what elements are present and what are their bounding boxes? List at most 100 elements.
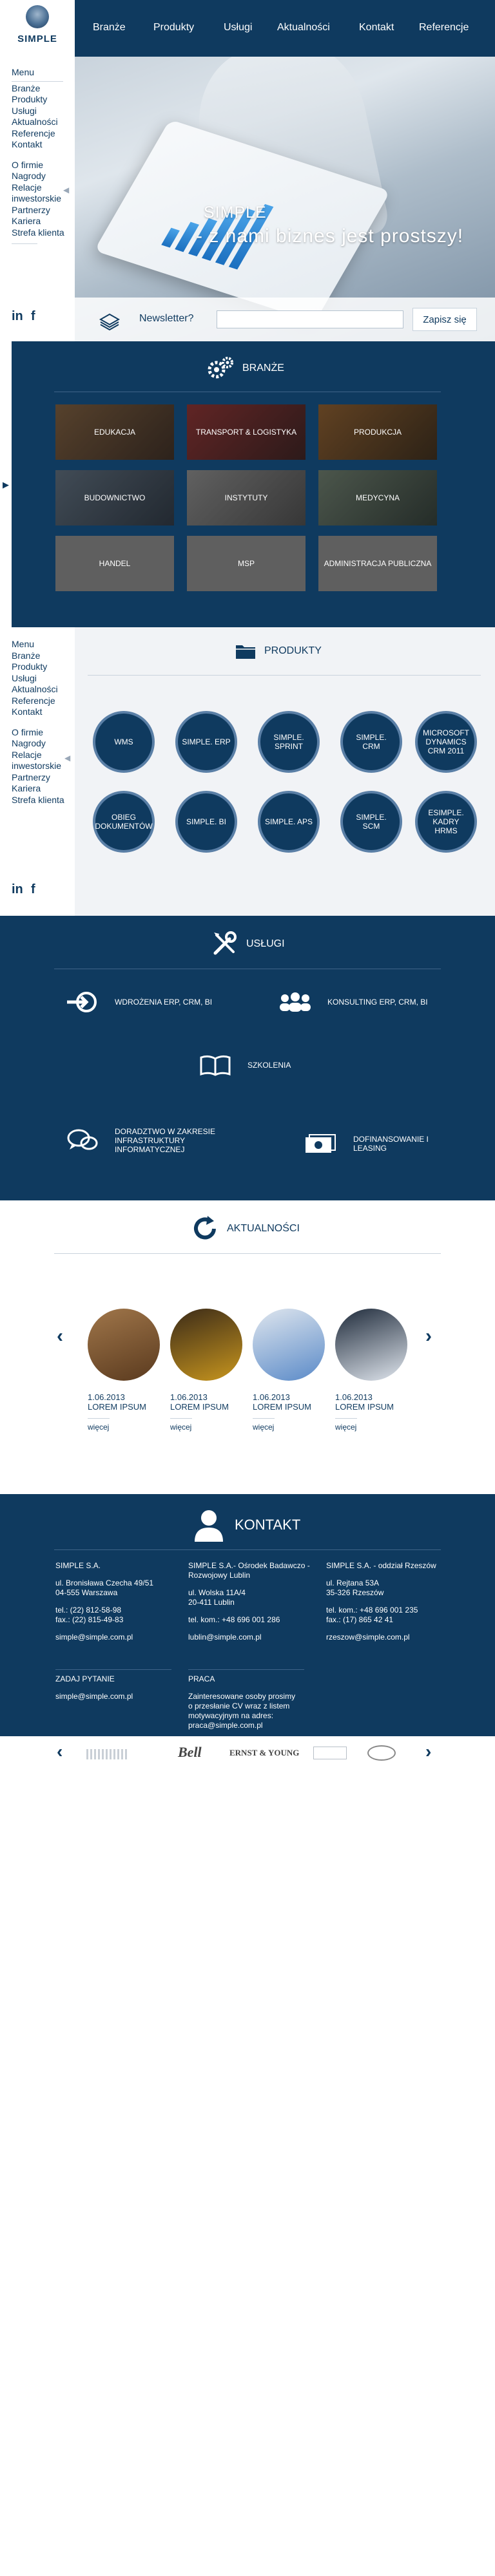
sidebar-item-partnerzy[interactable]: Partnerzy [12, 772, 75, 784]
office-email-link[interactable]: lublin@simple.com.pl [188, 1633, 317, 1642]
news-image [170, 1309, 242, 1381]
carousel-prev-arrow-icon[interactable]: ‹ [57, 1325, 63, 1347]
service-doradztwo[interactable]: DORADZTWO W ZAKRESIE INFRASTRUKTURY INFO… [64, 1127, 257, 1154]
sidebar-item-branze[interactable]: Branże [12, 83, 75, 95]
kontakt-header: KONTAKT [191, 1507, 300, 1543]
tile-msp[interactable]: MSP [187, 536, 306, 591]
news-more-link[interactable]: więcej [88, 1418, 110, 1432]
product-wms[interactable]: WMS [93, 711, 155, 773]
partner-logo [367, 1745, 396, 1761]
nav-item-produkty[interactable]: Produkty [153, 22, 194, 33]
sidebar-item-inwestorskie[interactable]: inwestorskie [12, 193, 75, 205]
book-icon [200, 1055, 231, 1076]
sidebar-item-kariera[interactable]: Kariera [12, 216, 75, 227]
sidebar-item-uslugi[interactable]: Usługi [12, 673, 75, 685]
sidebar-item-strefa-klienta[interactable]: Strefa klienta [12, 227, 75, 239]
nav-item-branze[interactable]: Branże [93, 22, 126, 33]
product-simple-bi[interactable]: SIMPLE. BI [175, 791, 237, 853]
partners-carousel: ‹ › Bell ERNST & YOUNG [0, 1736, 495, 1775]
tile-handel[interactable]: HANDEL [55, 536, 174, 591]
news-item[interactable]: 1.06.2013 LOREM IPSUM więcej [88, 1309, 166, 1432]
tile-medycyna[interactable]: MEDYCYNA [318, 470, 437, 526]
tile-budownictwo[interactable]: BUDOWNICTWO [55, 470, 174, 526]
newsletter-subscribe-button[interactable]: Zapisz się [412, 308, 477, 331]
product-simple-scm[interactable]: SIMPLE. SCM [340, 791, 402, 853]
linkedin-icon[interactable]: in [12, 882, 23, 897]
linkedin-icon[interactable]: in [12, 309, 23, 324]
product-simple-crm[interactable]: SIMPLE. CRM [340, 711, 402, 773]
sidebar-item-strefa-klienta[interactable]: Strefa klienta [12, 795, 75, 806]
sidebar-item-nagrody[interactable]: Nagrody [12, 738, 75, 750]
question-email-link[interactable]: simple@simple.com.pl [55, 1692, 178, 1701]
service-dofinansowanie[interactable]: DOFINANSOWANIE I LEASING [303, 1131, 437, 1157]
sidebar-item-aktualnosci[interactable]: Aktualności [12, 684, 75, 696]
sidebar-item-kontakt[interactable]: Kontakt [12, 139, 75, 151]
sidebar-item-branze[interactable]: Branże [12, 650, 75, 662]
tile-instytuty[interactable]: INSTYTUTY [187, 470, 306, 526]
tools-icon [213, 931, 237, 955]
tile-edukacja[interactable]: EDUKACJA [55, 404, 174, 460]
nav-item-referencje[interactable]: Referencje [419, 22, 469, 33]
product-microsoft-dynamics-crm[interactable]: MICROSOFT DYNAMICS CRM 2011 [415, 711, 477, 773]
partner-logo [86, 1749, 129, 1759]
partners-prev-arrow-icon[interactable]: ‹ [57, 1741, 63, 1762]
product-obieg-dokumentow[interactable]: OBIEG DOKUMENTÓW [93, 791, 155, 853]
sidebar-item-kontakt[interactable]: Kontakt [12, 706, 75, 718]
newsletter-email-input[interactable] [217, 310, 403, 328]
news-item[interactable]: 1.06.2013 LOREM IPSUM więcej [170, 1309, 249, 1432]
facebook-icon[interactable]: f [31, 882, 35, 897]
divider [188, 1669, 304, 1670]
partners-next-arrow-icon[interactable]: › [425, 1741, 431, 1762]
sidebar-item-referencje[interactable]: Referencje [12, 696, 75, 707]
facebook-icon[interactable]: f [31, 309, 35, 324]
product-simple-aps[interactable]: SIMPLE. APS [258, 791, 320, 853]
tile-produkcja[interactable]: PRODUKCJA [318, 404, 437, 460]
refresh-icon [194, 1216, 216, 1240]
news-item[interactable]: 1.06.2013 LOREM IPSUM więcej [335, 1309, 414, 1432]
logo[interactable]: SIMPLE [0, 0, 75, 57]
sidebar-menu-title: Menu [12, 67, 35, 77]
money-icon [306, 1134, 336, 1153]
praca-email-link[interactable]: praca@simple.com.pl [188, 1721, 317, 1730]
sidebar-item-produkty[interactable]: Produkty [12, 661, 75, 673]
news-date: 1.06.2013 [253, 1392, 290, 1402]
news-more-link[interactable]: więcej [253, 1418, 275, 1432]
office-email-link[interactable]: simple@simple.com.pl [55, 1633, 178, 1642]
sidebar-item-produkty[interactable]: Produkty [12, 94, 75, 106]
sidebar-item-uslugi[interactable]: Usługi [12, 106, 75, 117]
tile-administracja-publiczna[interactable]: ADMINISTRACJA PUBLICZNA [318, 536, 437, 591]
news-title: LOREM IPSUM [88, 1402, 147, 1412]
office-email-link[interactable]: rzeszow@simple.com.pl [326, 1633, 455, 1642]
tile-transport-logistyka[interactable]: TRANSPORT & LOGISTYKA [187, 404, 306, 460]
carousel-next-arrow-icon[interactable]: › [425, 1325, 432, 1347]
product-simple-erp[interactable]: SIMPLE. ERP [175, 711, 237, 773]
page-background [0, 1775, 495, 2576]
nav-item-uslugi[interactable]: Usługi [224, 22, 252, 33]
divider [88, 675, 481, 676]
sidebar-item-partnerzy[interactable]: Partnerzy [12, 205, 75, 216]
news-more-link[interactable]: więcej [335, 1418, 357, 1432]
sidebar-info-list: O firmie Nagrody Relacje inwestorskie Pa… [0, 160, 75, 239]
service-konsulting[interactable]: KONSULTING ERP, CRM, BI [277, 989, 428, 1015]
collapse-arrow-icon[interactable]: ◀ [64, 753, 70, 762]
collapse-arrow-icon[interactable]: ◀ [63, 185, 69, 194]
office-rzeszow: SIMPLE S.A. - oddział Rzeszów ul. Rejtan… [326, 1561, 455, 1642]
product-esimple-kadry-hrms[interactable]: eSIMPLE. KADRY HRMS [415, 791, 477, 853]
sidebar-item-kariera[interactable]: Kariera [12, 783, 75, 795]
sidebar-item-o-firmie[interactable]: O firmie [12, 160, 75, 171]
nav-item-kontakt[interactable]: Kontakt [359, 22, 394, 33]
praca-block: PRACA Zainteresowane osoby prosimy o prz… [188, 1674, 317, 1730]
sidebar-item-nagrody[interactable]: Nagrody [12, 171, 75, 182]
product-simple-sprint[interactable]: SIMPLE. SPRINT [258, 711, 320, 773]
service-szkolenia[interactable]: SZKOLENIA [197, 1052, 291, 1078]
news-more-link[interactable]: więcej [170, 1418, 192, 1432]
nav-item-aktualnosci[interactable]: Aktualności [277, 22, 330, 33]
sidebar-item-referencje[interactable]: Referencje [12, 128, 75, 140]
sidebar-item-o-firmie[interactable]: O firmie [12, 727, 75, 739]
sidebar-item-aktualnosci[interactable]: Aktualności [12, 117, 75, 128]
expand-arrow-icon[interactable]: ▶ [3, 480, 9, 490]
login-arrow-icon [67, 992, 97, 1012]
service-wdrozenia[interactable]: WDROŻENIA ERP, CRM, BI [64, 989, 212, 1015]
news-item[interactable]: 1.06.2013 LOREM IPSUM więcej [253, 1309, 331, 1432]
partner-logo-ernst-young: ERNST & YOUNG [229, 1748, 300, 1757]
